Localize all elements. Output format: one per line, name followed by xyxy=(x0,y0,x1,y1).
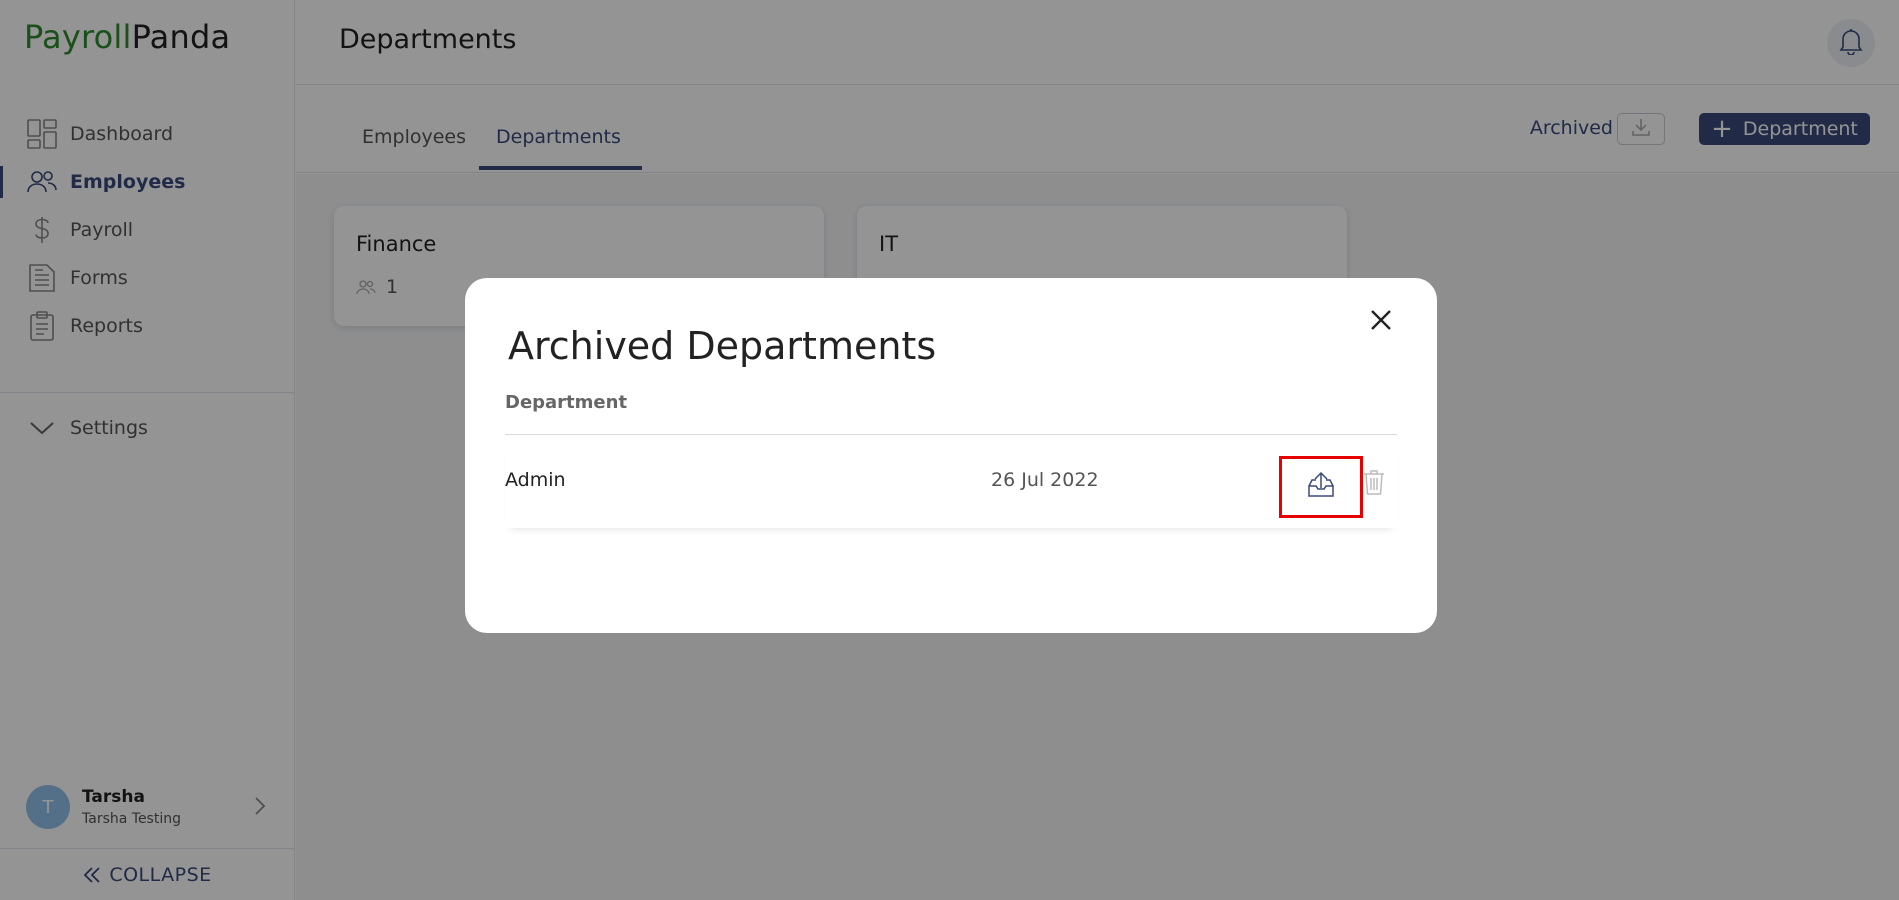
modal-title: Archived Departments xyxy=(508,324,937,368)
close-button[interactable] xyxy=(1367,308,1395,336)
table-divider xyxy=(505,434,1397,435)
trash-icon xyxy=(1362,468,1386,500)
close-icon xyxy=(1370,309,1392,335)
restore-button[interactable] xyxy=(1279,456,1363,518)
table-row: Admin 26 Jul 2022 xyxy=(505,436,1397,528)
archived-departments-modal: Archived Departments Department Admin 26… xyxy=(465,278,1437,633)
column-header-department: Department xyxy=(505,392,628,413)
archived-date: 26 Jul 2022 xyxy=(991,469,1099,491)
delete-button[interactable] xyxy=(1358,466,1390,502)
restore-upload-icon xyxy=(1306,470,1336,504)
archived-department-name: Admin xyxy=(505,469,566,491)
